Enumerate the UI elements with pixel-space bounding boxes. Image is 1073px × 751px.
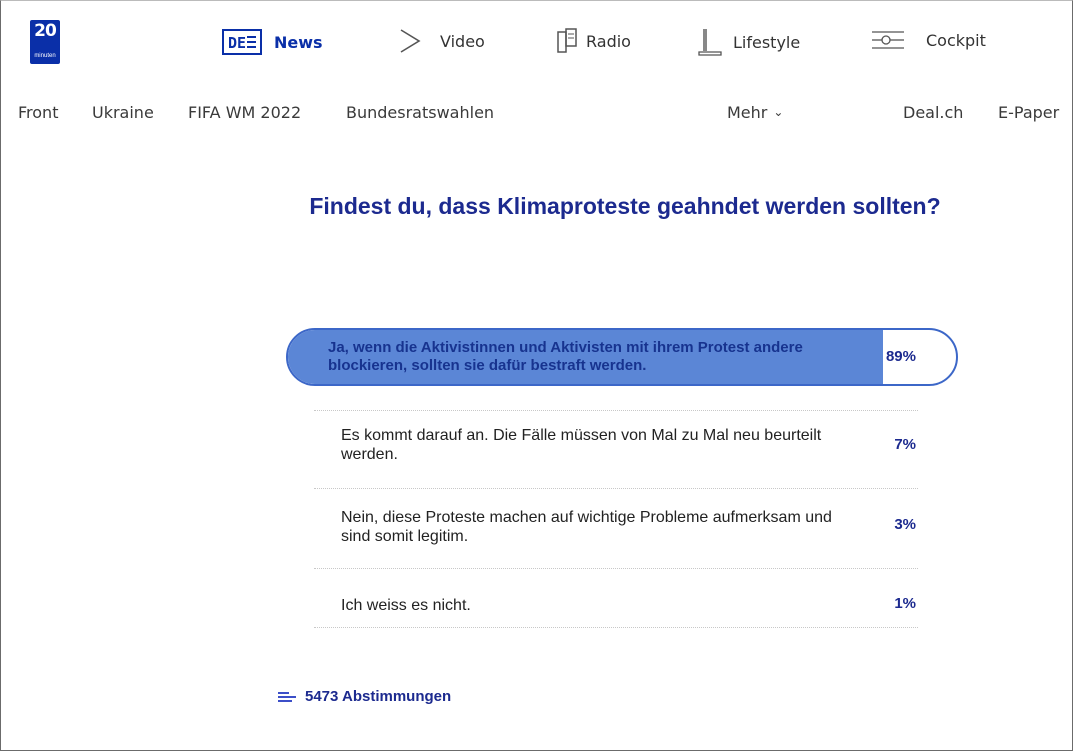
- nav-news[interactable]: DE News: [222, 29, 323, 55]
- logo-number: 20: [34, 21, 57, 41]
- poll-option-text: Ich weiss es nicht.: [341, 597, 471, 614]
- divider: [314, 488, 918, 489]
- mehr-dropdown[interactable]: Mehr ⌄: [727, 103, 783, 122]
- poll-question: Findest du, dass Klimaproteste geahndet …: [309, 193, 941, 219]
- site-logo[interactable]: 20 minuten: [30, 20, 60, 64]
- svg-text:DE: DE: [228, 34, 246, 52]
- poll-option-percent: 3%: [894, 516, 916, 533]
- bar-list-icon: [278, 691, 296, 702]
- nav-radio[interactable]: Radio: [556, 28, 631, 54]
- nav-video-label: Video: [440, 31, 485, 51]
- nav-cockpit[interactable]: Cockpit: [870, 28, 986, 52]
- poll-option-percent: 7%: [894, 436, 916, 453]
- section-bundesratswahlen[interactable]: Bundesratswahlen: [346, 103, 494, 122]
- radio-icon: [557, 28, 577, 53]
- poll-option-text: Ja, wenn die Aktivistinnen und Aktiviste…: [328, 339, 803, 374]
- nav-cockpit-label: Cockpit: [926, 30, 986, 50]
- section-epaper[interactable]: E-Paper: [998, 103, 1059, 122]
- play-icon: [400, 29, 421, 53]
- logo-word: minuten: [34, 53, 56, 59]
- mehr-label: Mehr: [727, 103, 768, 122]
- poll-option-4[interactable]: Ich weiss es nicht. 1%: [286, 582, 958, 632]
- poll-option-2[interactable]: Es kommt darauf an. Die Fälle müssen von…: [286, 410, 958, 492]
- poll-total-votes: 5473 Abstimmungen: [277, 688, 451, 705]
- section-front[interactable]: Front: [18, 103, 58, 122]
- sliders-icon: [872, 31, 904, 49]
- nav-lifestyle-label: Lifestyle: [733, 32, 801, 52]
- poll-option-text: Nein, diese Proteste machen auf wichtige…: [341, 509, 832, 545]
- total-votes-label: 5473 Abstimmungen: [305, 688, 452, 705]
- section-fifa[interactable]: FIFA WM 2022: [188, 103, 301, 122]
- nav-news-label: News: [274, 32, 323, 52]
- poll-option-percent: 1%: [894, 595, 916, 612]
- lifestyle-icon: [698, 29, 722, 56]
- nav-lifestyle[interactable]: Lifestyle: [697, 28, 800, 56]
- nav-video[interactable]: Video: [398, 28, 485, 54]
- poll-option-percent: 89%: [885, 348, 916, 365]
- section-deal[interactable]: Deal.ch: [903, 103, 963, 122]
- news-icon: DE: [222, 29, 262, 55]
- nav-radio-label: Radio: [586, 31, 631, 51]
- divider: [314, 627, 918, 628]
- section-ukraine[interactable]: Ukraine: [92, 103, 154, 122]
- poll-option-3[interactable]: Nein, diese Proteste machen auf wichtige…: [286, 496, 958, 578]
- chevron-down-icon: ⌄: [773, 105, 784, 119]
- divider: [314, 410, 918, 411]
- poll-option-1[interactable]: Ja, wenn die Aktivistinnen und Aktiviste…: [286, 328, 958, 386]
- divider: [314, 568, 918, 569]
- poll-option-text: Es kommt darauf an. Die Fälle müssen von…: [341, 427, 822, 463]
